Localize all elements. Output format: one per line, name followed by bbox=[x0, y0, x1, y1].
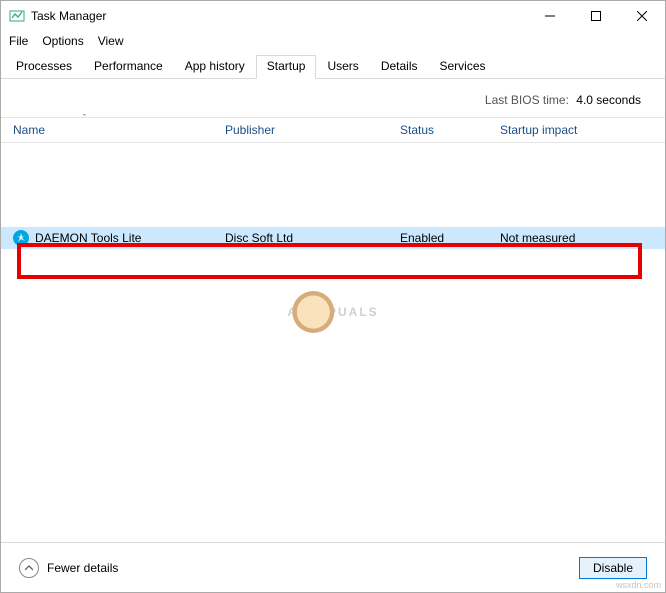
minimize-button[interactable] bbox=[527, 1, 573, 31]
header-name[interactable]: Name ˆ bbox=[13, 123, 225, 137]
close-button[interactable] bbox=[619, 1, 665, 31]
window-title: Task Manager bbox=[31, 9, 527, 23]
tabs: Processes Performance App history Startu… bbox=[1, 55, 665, 79]
table-row[interactable]: DAEMON Tools Lite Disc Soft Ltd Enabled … bbox=[1, 227, 665, 249]
header-name-label: Name bbox=[13, 123, 45, 137]
titlebar: Task Manager bbox=[1, 1, 665, 31]
cell-publisher: Disc Soft Ltd bbox=[225, 231, 400, 245]
tab-processes[interactable]: Processes bbox=[5, 55, 83, 78]
menu-options[interactable]: Options bbox=[42, 34, 83, 48]
bios-time-line: Last BIOS time: 4.0 seconds bbox=[1, 79, 665, 117]
header-startup-impact[interactable]: Startup impact bbox=[500, 123, 665, 137]
header-status[interactable]: Status bbox=[400, 123, 500, 137]
column-headers: Name ˆ Publisher Status Startup impact bbox=[1, 117, 665, 143]
cell-status: Enabled bbox=[400, 231, 500, 245]
cell-impact: Not measured bbox=[500, 231, 665, 245]
maximize-button[interactable] bbox=[573, 1, 619, 31]
header-publisher[interactable]: Publisher bbox=[225, 123, 400, 137]
menu-file[interactable]: File bbox=[9, 34, 28, 48]
fewer-details-label: Fewer details bbox=[47, 561, 118, 575]
menubar: File Options View bbox=[1, 31, 665, 51]
fewer-details-toggle[interactable]: Fewer details bbox=[19, 558, 118, 578]
sort-ascending-icon: ˆ bbox=[83, 113, 86, 123]
tab-details[interactable]: Details bbox=[370, 55, 429, 78]
tab-users[interactable]: Users bbox=[316, 55, 369, 78]
tab-app-history[interactable]: App history bbox=[174, 55, 256, 78]
disable-button[interactable]: Disable bbox=[579, 557, 647, 579]
chevron-up-icon bbox=[19, 558, 39, 578]
startup-list: DAEMON Tools Lite Disc Soft Ltd Enabled … bbox=[1, 143, 665, 463]
tab-services[interactable]: Services bbox=[429, 55, 497, 78]
tab-startup[interactable]: Startup bbox=[256, 55, 317, 79]
tab-performance[interactable]: Performance bbox=[83, 55, 174, 78]
daemon-tools-icon bbox=[13, 230, 29, 246]
task-manager-icon bbox=[9, 8, 25, 24]
attribution: wsxdn.com bbox=[616, 580, 661, 590]
window-controls bbox=[527, 1, 665, 31]
bios-time-value: 4.0 seconds bbox=[576, 93, 641, 107]
bios-time-label: Last BIOS time: bbox=[485, 93, 569, 107]
footer: Fewer details Disable bbox=[1, 542, 665, 592]
menu-view[interactable]: View bbox=[98, 34, 124, 48]
cell-name: DAEMON Tools Lite bbox=[35, 231, 141, 245]
